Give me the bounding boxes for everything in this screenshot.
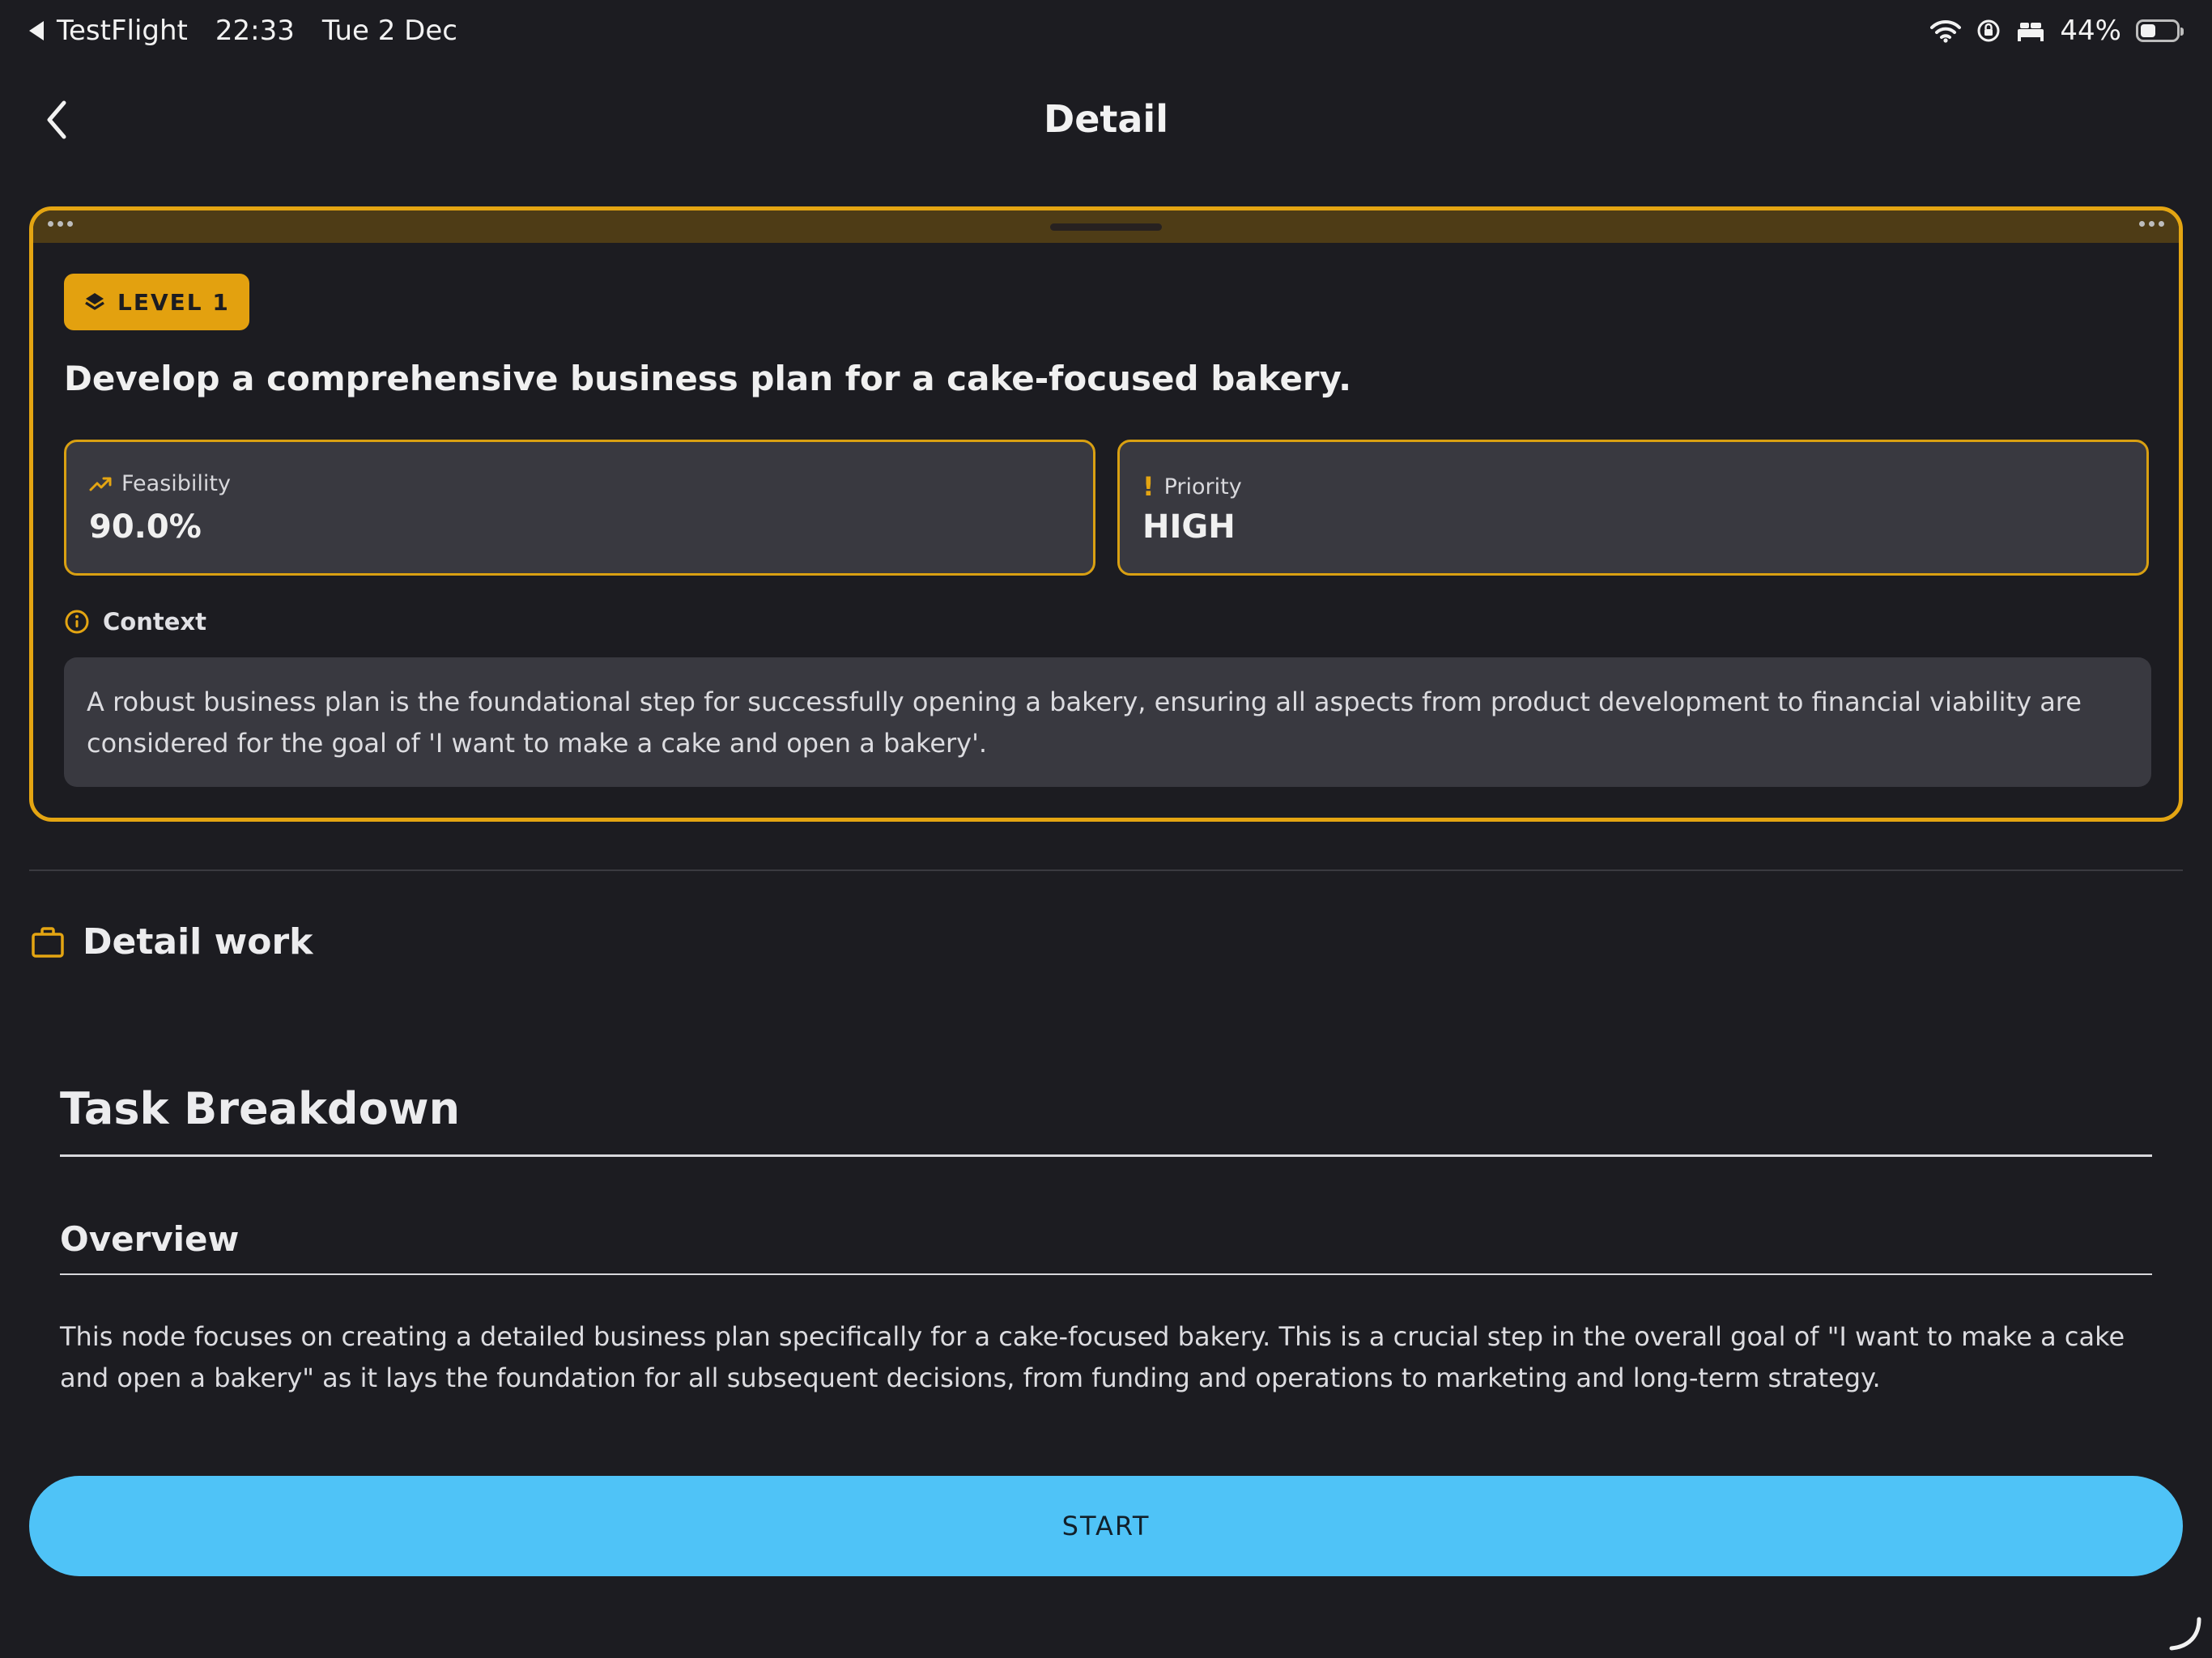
context-label: Context <box>103 608 206 636</box>
layers-icon <box>85 293 104 310</box>
window-menu-icon[interactable] <box>48 221 73 227</box>
section-divider <box>29 869 2183 871</box>
detail-work-heading-row: Detail work <box>31 921 313 963</box>
battery-icon <box>2136 19 2184 42</box>
priority-label-row: ! Priority <box>1142 471 1242 502</box>
heading-rule <box>60 1154 2152 1157</box>
status-bar-right: 44% <box>1930 15 2184 47</box>
status-time: 22:33 <box>215 15 295 47</box>
feasibility-value: 90.0% <box>89 508 202 546</box>
battery-percent: 44% <box>2060 15 2121 47</box>
wifi-icon <box>1930 19 1962 43</box>
start-button[interactable]: START <box>29 1476 2183 1576</box>
overview-text: This node focuses on creating a detailed… <box>60 1321 2125 1393</box>
resize-handle-icon[interactable] <box>2167 1616 2202 1652</box>
status-bar-left[interactable]: TestFlight 22:33 Tue 2 Dec <box>29 15 457 47</box>
drag-handle[interactable] <box>1050 223 1162 231</box>
subheading-rule <box>60 1273 2152 1275</box>
priority-value: HIGH <box>1142 508 1236 546</box>
status-date: Tue 2 Dec <box>321 15 457 47</box>
back-triangle-icon <box>29 21 44 40</box>
navigation-bar: Detail <box>0 81 2212 162</box>
orientation-lock-icon <box>1977 19 2000 42</box>
detail-work-heading: Detail work <box>83 921 313 963</box>
status-bar: TestFlight 22:33 Tue 2 Dec 44% <box>0 0 2212 65</box>
more-options-icon[interactable] <box>2139 221 2164 227</box>
feasibility-panel: Feasibility 90.0% <box>64 440 1095 576</box>
priority-label: Priority <box>1163 474 1242 500</box>
back-app-label[interactable]: TestFlight <box>57 15 188 47</box>
task-breakdown-heading: Task Breakdown <box>60 1083 461 1134</box>
level-badge: LEVEL 1 <box>64 274 249 330</box>
info-icon <box>65 610 89 634</box>
briefcase-icon <box>32 926 64 958</box>
context-label-row: Context <box>64 608 206 636</box>
node-title: Develop a comprehensive business plan fo… <box>64 359 1352 398</box>
exclamation-icon: ! <box>1142 471 1155 502</box>
trending-up-icon <box>89 477 112 491</box>
page-title: Detail <box>1044 97 1168 141</box>
level-badge-label: LEVEL 1 <box>117 288 230 316</box>
battery-level <box>2141 24 2156 37</box>
feasibility-label-row: Feasibility <box>89 471 231 496</box>
overview-heading: Overview <box>60 1219 240 1259</box>
context-text: A robust business plan is the foundation… <box>64 657 2151 787</box>
bed-icon <box>2018 23 2044 41</box>
priority-panel: ! Priority HIGH <box>1117 440 2149 576</box>
card-header-bar[interactable] <box>33 210 2179 243</box>
feasibility-label: Feasibility <box>121 471 231 496</box>
node-card: LEVEL 1 Develop a comprehensive business… <box>29 206 2183 822</box>
